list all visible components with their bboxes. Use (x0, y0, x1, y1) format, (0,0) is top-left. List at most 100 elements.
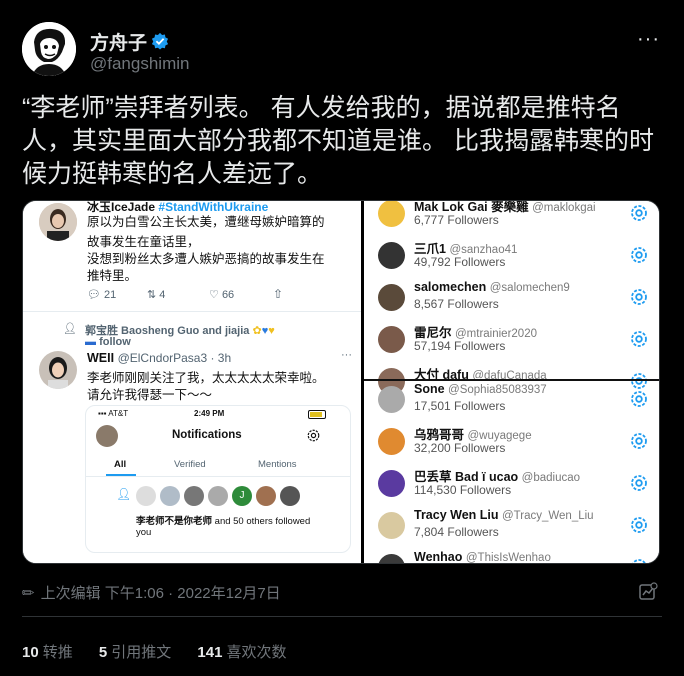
author-handle[interactable]: @fangshimin (90, 54, 189, 74)
settings-gear-icon[interactable] (629, 431, 649, 451)
image-divider (364, 379, 659, 381)
edit-info[interactable]: ✎上次编辑 下午1:06 · 2022年12月7日 (18, 582, 281, 604)
follower-name-line: salomechen @salomechen9 (414, 280, 570, 294)
tab-verified[interactable]: Verified (174, 459, 206, 470)
follower-avatar (378, 284, 405, 311)
follower-avatar (280, 486, 300, 506)
follower-count: 32,200 Followers (414, 441, 506, 455)
divider (23, 311, 361, 312)
follower-avatar (378, 428, 405, 455)
phone-avatar (96, 425, 118, 447)
stat-label: 转推 (42, 644, 73, 661)
stat-label: 引用推文 (111, 644, 172, 661)
left-screenshot: 冰玉IceJade #StandWithUkraine 原以为白雪公主长太美，遭… (23, 201, 361, 563)
retweets-stat[interactable]: 10 转推 (22, 644, 73, 661)
follower-avatar (378, 512, 405, 539)
retweet-count: 4 (159, 289, 166, 301)
status-time: 2:49 PM (194, 409, 225, 418)
more-options-icon[interactable]: ··· (341, 349, 352, 361)
follower-name: 三爪1 (414, 242, 446, 256)
follower-avatar (378, 386, 405, 413)
author-name[interactable]: 方舟子 (90, 33, 147, 54)
follower-row[interactable]: salomechen @salomechen9 8,567 Followers (364, 277, 659, 319)
author-name-line[interactable]: 方舟子 (90, 28, 169, 56)
follow-link[interactable]: ▬ follow (85, 336, 131, 348)
follower-row[interactable]: 巴丢草 Bad ï ucao @badiucao 114,530 Follower… (364, 463, 659, 505)
like-action[interactable]: ♡ 66 (209, 288, 234, 301)
settings-gear-icon[interactable] (629, 473, 649, 493)
follower-avatar: J (232, 486, 252, 506)
settings-gear-icon[interactable] (629, 245, 649, 265)
edit-timestamp[interactable]: 上次编辑 下午1:06 · 2022年12月7日 (41, 585, 281, 602)
settings-gear-icon[interactable] (629, 203, 649, 223)
follower-handle: @ThisIsWenhao (465, 552, 551, 563)
tab-all[interactable]: All (114, 459, 126, 470)
follow-label[interactable]: follow (99, 336, 131, 348)
follower-row[interactable]: 雷尼尔 @mtrainier2020 57,194 Followers (364, 319, 659, 361)
retweet-action[interactable]: ⇅ 4 (147, 288, 165, 301)
battery-icon (308, 410, 326, 419)
follower-name: salomechen (414, 280, 487, 294)
follower-avatar (378, 326, 405, 353)
follower-handle: @Sophia85083937 (448, 384, 547, 396)
follower-count: 17,501 Followers (414, 399, 506, 413)
follow-person-icon: 👤︎ (116, 487, 132, 501)
post-author: 冰玉IceJade #StandWithUkraine (87, 201, 268, 215)
status-carrier: ▪▪▪ AT&T (98, 409, 128, 418)
follower-count: 57,194 Followers (414, 339, 506, 353)
settings-gear-icon[interactable] (629, 515, 649, 535)
settings-gear-icon[interactable] (629, 557, 649, 563)
settings-gear-icon[interactable] (629, 329, 649, 349)
follower-name-line: Sone @Sophia85083937 (414, 382, 547, 396)
settings-gear-icon[interactable] (306, 428, 321, 448)
follower-name-line: Tracy Wen Liu @Tracy_Wen_Liu (414, 508, 594, 522)
tab-mentions[interactable]: Mentions (258, 459, 297, 470)
follower-row[interactable]: 三爪1 @sanzhao41 49,792 Followers (364, 235, 659, 277)
post-line: 请允许我得瑟一下～～ (87, 388, 213, 402)
follower-name: 乌鸦哥哥 (414, 428, 465, 442)
follower-name: 雷尼尔 (414, 326, 452, 340)
more-options-icon[interactable]: ··· (637, 28, 660, 51)
settings-gear-icon[interactable] (629, 389, 649, 409)
follower-avatar (378, 201, 405, 227)
follower-handle: @badiucao (521, 472, 581, 484)
follower-count: 114,530 Followers (414, 483, 512, 497)
follower-row[interactable]: Sone @Sophia85083937 17,501 Followers (364, 379, 659, 421)
follower-avatar (256, 486, 276, 506)
post-author-name: WEII (87, 351, 115, 365)
share-icon[interactable]: ⇧ (273, 287, 283, 301)
settings-gear-icon[interactable] (629, 287, 649, 307)
follower-avatar (184, 486, 204, 506)
reply-icon: 💬︎ (87, 289, 101, 301)
notification-user: 李老师不是你老师 (136, 516, 213, 527)
notification-text: 李老师不是你老师 and 50 others followed (136, 513, 310, 527)
follower-row[interactable]: 乌鸦哥哥 @wuyagege 32,200 Followers (364, 421, 659, 463)
follower-avatar (208, 486, 228, 506)
analytics-icon[interactable] (638, 582, 658, 607)
follower-name: Tracy Wen Liu (414, 508, 499, 522)
reply-action[interactable]: 💬︎ 21 (87, 288, 116, 301)
follower-handle: @maklokgai (532, 202, 596, 214)
likes-stat[interactable]: 141 喜欢次数 (197, 644, 286, 661)
follower-row[interactable]: Tracy Wen Liu @Tracy_Wen_Liu 7,804 Follow… (364, 505, 659, 547)
post-avatar (39, 351, 77, 389)
tweet-media-image[interactable]: 冰玉IceJade #StandWithUkraine 原以为白雪公主长太美，遭… (22, 200, 660, 564)
separator (22, 616, 662, 617)
follower-row[interactable]: Mak Lok Gai 麥樂雞 @maklokgai 6,777 Follower… (364, 201, 659, 235)
follower-avatar (160, 486, 180, 506)
follower-avatar (378, 470, 405, 497)
carrier-label: AT&T (108, 409, 129, 418)
stat-label: 喜欢次数 (226, 644, 287, 661)
notification-text-line2: you (136, 527, 152, 538)
stat-count: 5 (98, 644, 108, 661)
flag-icon: ▬ (85, 336, 96, 348)
follower-avatar (378, 242, 405, 269)
post-hashtag[interactable]: #StandWithUkraine (158, 201, 268, 214)
quotes-stat[interactable]: 5 引用推文 (99, 644, 171, 661)
notifications-title: Notifications (172, 429, 242, 441)
follower-row[interactable]: Wenhao @ThisIsWenhao (364, 547, 659, 563)
author-avatar[interactable] (22, 22, 76, 76)
edit-pencil-icon: ✎ (18, 582, 40, 604)
follower-name: Sone (414, 382, 445, 396)
tweet-stats: 10 转推 5 引用推文 141 喜欢次数 (22, 641, 308, 662)
